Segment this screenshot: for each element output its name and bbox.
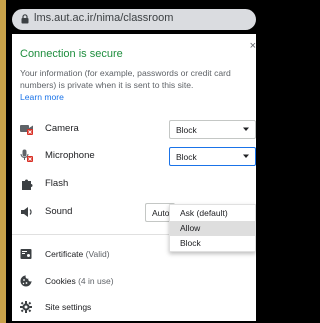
permission-label-microphone: Microphone [45,150,95,161]
url-text[interactable]: lms.aut.ac.ir/nima/classroom [34,12,173,24]
address-bar[interactable]: lms.aut.ac.ir/nima/classroom [12,9,256,30]
learn-more-link[interactable]: Learn more [20,92,64,102]
microphone-blocked-icon [20,149,33,162]
description-text: Your information (for example, passwords… [20,68,231,90]
certificate-icon [20,249,32,259]
certificate-status: (Valid) [85,249,110,259]
camera-permission-select[interactable]: Block [169,120,256,139]
site-info-popup: × Connection is secure Your information … [12,34,256,321]
puzzle-icon [22,179,33,190]
dropdown-option-ask[interactable]: Ask (default) [170,206,255,221]
screenshot-frame: lms.aut.ac.ir/nima/classroom × Connectio… [0,0,256,323]
certificate-label[interactable]: Certificate (Valid) [45,249,110,259]
dropdown-option-allow[interactable]: Allow [170,221,255,236]
camera-select-value: Block [176,125,197,135]
cookies-row[interactable]: Cookies (4 in use) [20,274,256,290]
connection-description: Your information (for example, passwords… [20,67,256,103]
certificate-text: Certificate [45,249,84,259]
chevron-down-icon [243,154,249,158]
speaker-icon [21,207,32,217]
permission-label-camera: Camera [45,123,79,134]
camera-blocked-icon [20,125,33,135]
dropdown-option-block[interactable]: Block [170,236,255,251]
gear-icon [20,301,32,313]
cookies-label[interactable]: Cookies (4 in use) [45,276,114,286]
close-icon[interactable]: × [250,41,256,52]
connection-status-title: Connection is secure [20,48,123,60]
permission-label-sound: Sound [45,206,73,217]
permission-row-camera: Camera Block [20,120,256,139]
site-settings-row[interactable]: Site settings [20,300,256,316]
lock-icon[interactable] [21,14,29,24]
permission-row-microphone: Microphone Block [20,147,256,166]
cookies-text: Cookies [45,276,76,286]
microphone-select-value: Block [176,152,197,162]
permission-row-flash: Flash [20,175,256,193]
cookies-count: (4 in use) [78,276,114,286]
cookie-icon [20,275,32,287]
sound-select-value: Auto [152,208,170,218]
microphone-dropdown-menu: Ask (default) Allow Block [169,204,256,252]
chevron-down-icon [243,127,249,131]
microphone-permission-select[interactable]: Block [169,147,256,166]
site-settings-label: Site settings [45,302,92,312]
permission-label-flash: Flash [45,178,69,189]
